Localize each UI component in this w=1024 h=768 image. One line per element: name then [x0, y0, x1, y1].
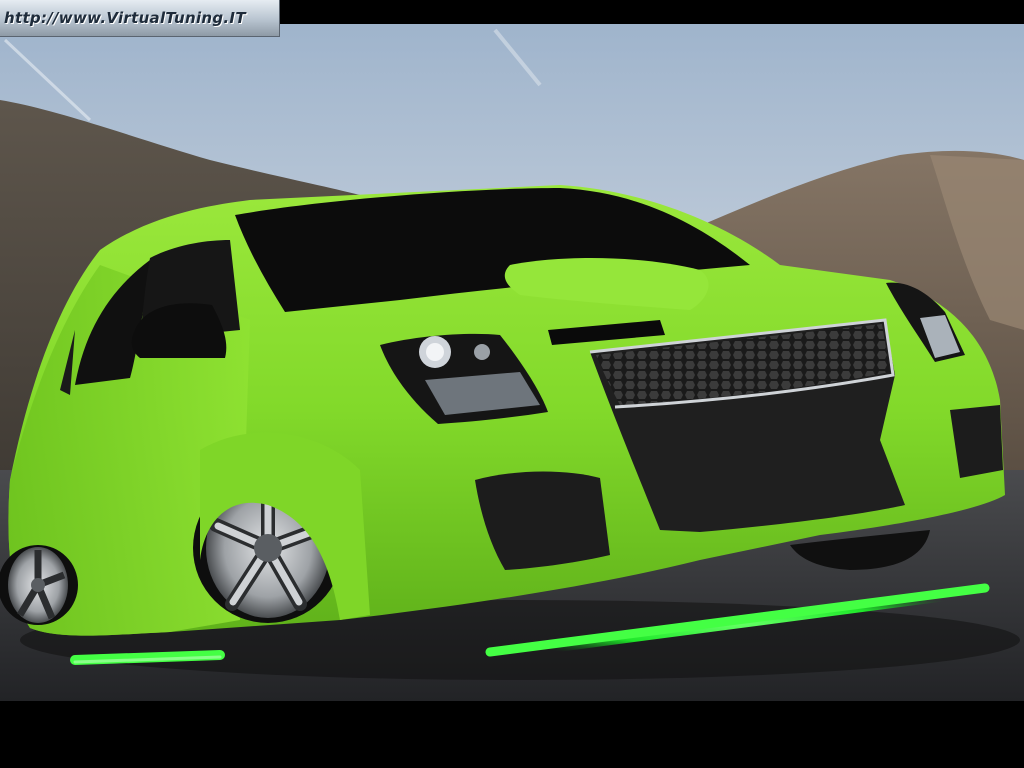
- screenshot-frame: http://www.VirtualTuning.IT: [0, 0, 1024, 768]
- tuned-car-photo: [0, 24, 1024, 701]
- watermark-url-text: http://www.VirtualTuning.IT: [4, 9, 246, 27]
- site-watermark: http://www.VirtualTuning.IT: [0, 0, 280, 37]
- rear-wheel: [0, 545, 78, 625]
